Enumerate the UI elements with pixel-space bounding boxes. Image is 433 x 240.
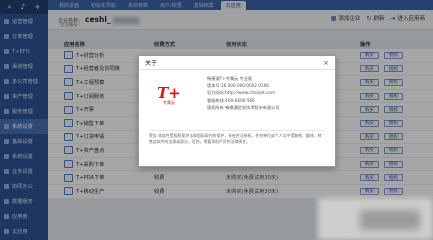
logo-text: T+ bbox=[157, 84, 181, 102]
dialog-header: 关于 × bbox=[139, 56, 335, 70]
info-line: 畅捷通T+专属云 专业版 bbox=[207, 76, 253, 81]
info-line: 客服热线:400-6600-566 bbox=[207, 97, 255, 103]
close-icon[interactable]: × bbox=[323, 59, 329, 67]
info-line: 版本号:16.000.000.0002.0166 bbox=[207, 83, 269, 89]
info-line: 版权所有 畅捷通信息技术股份有限公司 bbox=[207, 104, 280, 110]
product-info: 畅捷通T+专属云 专业版版本号:16.000.000.0002.0166 官方网站… bbox=[207, 75, 280, 111]
dialog-title: 关于 bbox=[145, 60, 158, 67]
info-line: 官方网站:http://www.chanjet.com bbox=[207, 90, 276, 96]
copyright-warning: 警告:本软件受版权保护法和国际条约的保护，未经合法授权，任何单位或个人均不得复制… bbox=[149, 133, 322, 144]
dialog-divider bbox=[149, 130, 325, 131]
product-logo: T+ 专属云 bbox=[157, 86, 183, 108]
blurred-watermark-dark bbox=[360, 210, 420, 230]
about-dialog: 关于 × T+ 专属云 畅捷通T+专属云 专业版版本号:16.000.000.0… bbox=[138, 55, 336, 167]
